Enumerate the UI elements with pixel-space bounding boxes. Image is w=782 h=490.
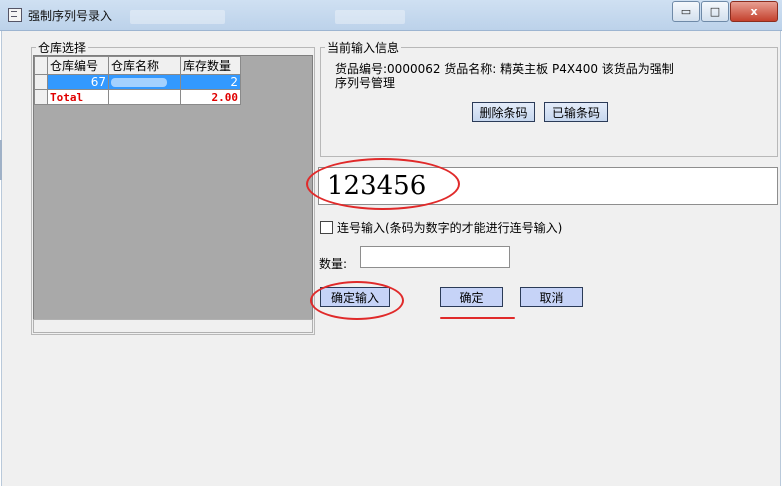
window-edge — [0, 140, 2, 180]
warehouse-grid[interactable]: 仓库编号 仓库名称 库存数量 67 2 Total 2.00 — [33, 55, 313, 321]
column-header-qty[interactable]: 库存数量 — [180, 56, 241, 75]
quantity-label: 数量: — [319, 257, 348, 271]
barcode-input[interactable]: 123456 — [318, 167, 778, 205]
total-label: Total — [47, 89, 109, 105]
confirm-input-button[interactable]: 确定输入 — [320, 287, 390, 307]
cell-qty[interactable]: 2 — [180, 74, 241, 90]
quantity-field[interactable] — [360, 246, 510, 268]
maximize-button[interactable]: □ — [701, 1, 729, 22]
grid-header-row: 仓库编号 仓库名称 库存数量 — [34, 56, 241, 75]
serial-input-label[interactable]: 连号输入(条码为数字的才能进行连号输入) — [337, 219, 562, 236]
background-tab-blur — [335, 10, 405, 24]
cancel-button[interactable]: 取消 — [520, 287, 583, 307]
window-title: 强制序列号录入 — [28, 9, 113, 23]
warehouse-group-legend: 仓库选择 — [38, 41, 87, 55]
product-info-line: 序列号管理 — [335, 76, 396, 90]
total-row: Total 2.00 — [34, 89, 241, 105]
column-header-name[interactable]: 仓库名称 — [108, 56, 181, 75]
table-row[interactable]: 67 2 — [34, 74, 241, 90]
window-icon — [8, 8, 22, 22]
serial-input-checkbox[interactable] — [320, 221, 333, 234]
entered-barcodes-button[interactable]: 已输条码 — [544, 102, 608, 122]
background-tab-blur — [130, 10, 225, 24]
grid-horizontal-scrollbar[interactable] — [33, 319, 313, 333]
total-qty: 2.00 — [180, 89, 241, 105]
highlight-underline — [440, 317, 515, 319]
product-info-line: 货品编号:0000062 货品名称: 精英主板 P4X400 该货品为强制 — [335, 62, 674, 76]
minimize-button[interactable]: ▭ — [672, 1, 700, 22]
ok-button[interactable]: 确定 — [440, 287, 503, 307]
info-group-legend: 当前输入信息 — [327, 41, 400, 55]
cell-code[interactable]: 67 — [47, 74, 109, 90]
column-header-code[interactable]: 仓库编号 — [47, 56, 109, 75]
cell-name[interactable] — [108, 74, 181, 90]
delete-barcode-button[interactable]: 删除条码 — [472, 102, 535, 122]
close-button[interactable]: x — [730, 1, 778, 22]
info-group: 当前输入信息 — [320, 39, 778, 157]
product-info: 货品编号:0000062 货品名称: 精英主板 P4X400 该货品为强制 序列… — [335, 62, 675, 90]
title-bar[interactable]: 强制序列号录入 ▭ □ x — [0, 0, 782, 31]
